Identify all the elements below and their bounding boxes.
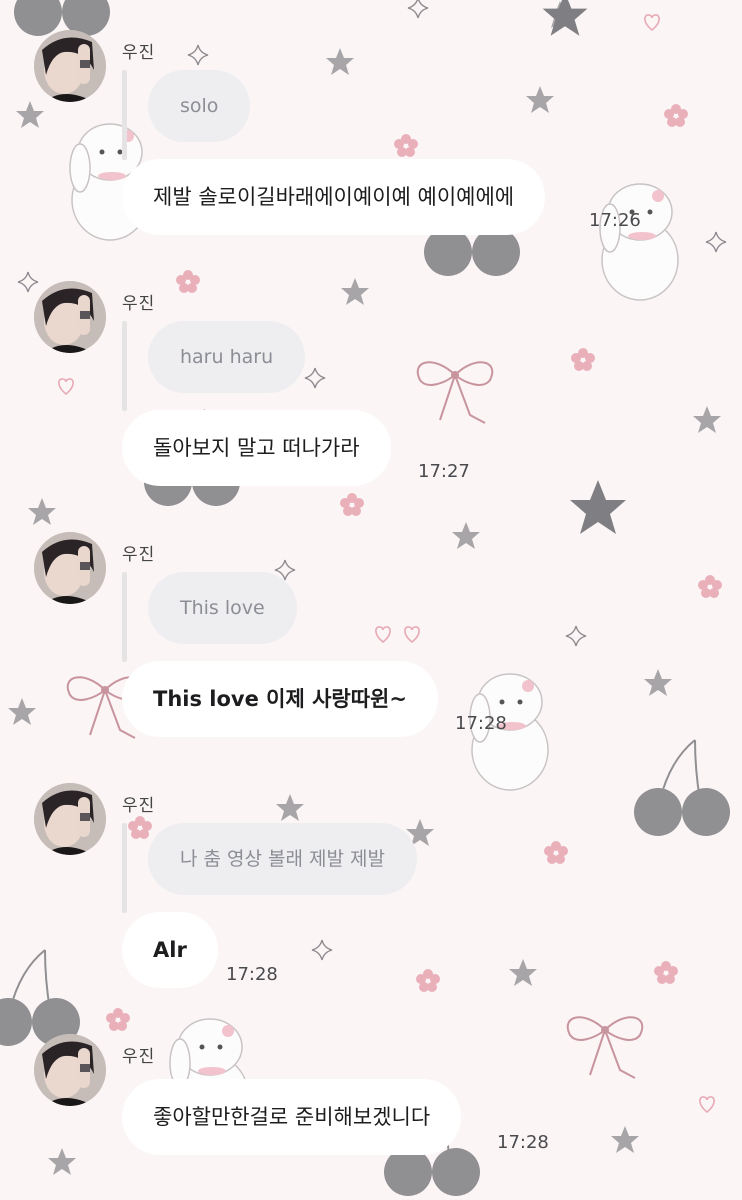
sender-name: 우진 <box>122 545 156 565</box>
quoted-message-bubble[interactable]: solo <box>148 70 251 142</box>
avatar[interactable] <box>34 783 106 855</box>
reply-indicator-bar <box>122 321 127 411</box>
sender-name: 우진 <box>122 43 156 63</box>
quoted-message-bubble[interactable]: haru haru <box>148 321 306 393</box>
message-timestamp: 17:28 <box>455 713 507 734</box>
avatar[interactable] <box>34 532 106 604</box>
reply-indicator-bar <box>122 823 127 913</box>
message-timestamp: 17:28 <box>226 964 278 985</box>
message-timestamp: 17:27 <box>418 461 470 482</box>
message-bubble[interactable]: 좋아할만한걸로 준비해보겠니다 <box>122 1079 462 1155</box>
message-bubble[interactable]: This love 이제 사랑따윈~ <box>122 661 438 737</box>
reply-indicator-bar <box>122 572 127 662</box>
reply-indicator-bar <box>122 70 127 160</box>
avatar[interactable] <box>34 1034 106 1106</box>
message-timestamp: 17:26 <box>589 210 641 231</box>
message-timestamp: 17:28 <box>497 1132 549 1153</box>
message-bubble[interactable]: 제발 솔로이길바래에이예이예 예이예에에 <box>122 159 546 235</box>
avatar[interactable] <box>34 281 106 353</box>
message-bubble[interactable]: 돌아보지 말고 떠나가라 <box>122 410 391 486</box>
sender-name: 우진 <box>122 796 156 816</box>
sender-name: 우진 <box>122 294 156 314</box>
quoted-message-bubble[interactable]: 나 춤 영상 볼래 제발 제발 <box>148 823 417 895</box>
quoted-message-bubble[interactable]: This love <box>148 572 297 644</box>
avatar[interactable] <box>34 30 106 102</box>
sender-name: 우진 <box>122 1047 156 1067</box>
message-bubble[interactable]: Alr <box>122 912 218 988</box>
